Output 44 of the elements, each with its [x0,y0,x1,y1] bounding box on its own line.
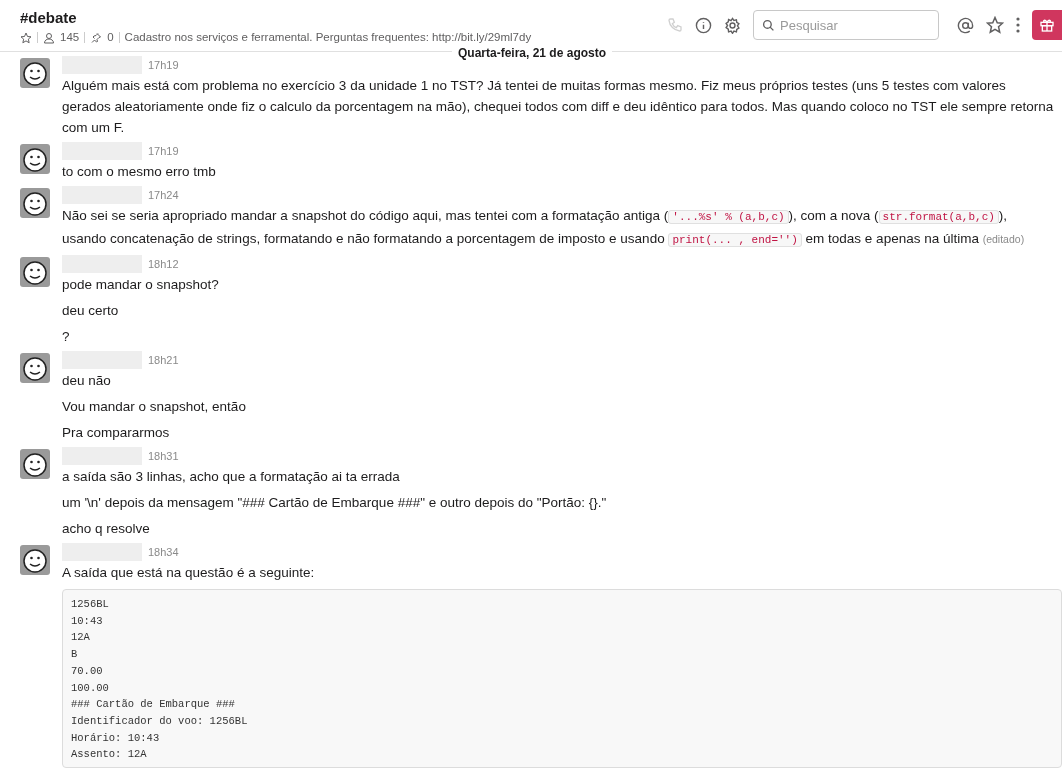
message-text: Não sei se seria apropriado mandar a snapshot do código aqui, mas tentei com a formatação antiga ( '...%s' % (a,b,c) ), com a nova ( str.format(a,b,c) ), usando concatenação de strings, formatando e não formatando a porcentagem de imposto e usando print(... , end='') em todas e apenas na última (editado) [62,207,1026,249]
message-text: A saída que está na questão é a seguinte: [62,564,316,582]
search-field[interactable]: Pesquisar [753,10,939,40]
message-time[interactable]: 18h21 [148,351,179,369]
channel-name: #debate [20,8,78,27]
pin-count[interactable]: 0 [107,29,114,47]
message-time[interactable]: 18h34 [148,543,179,561]
message-time[interactable]: 17h19 [148,56,179,74]
message-time[interactable]: 18h12 [148,255,179,273]
more-icon[interactable] [1016,17,1020,33]
gift-icon [1039,17,1055,33]
star-icon[interactable] [20,31,32,44]
code-block: 1256BL 10:43 12A B 70.00 100.00 ### Cartão de Embarque ### Identificador do voo: 1256BL Horário: 10:43 Assento: 12A [62,589,1062,769]
star-icon[interactable] [986,16,1004,34]
pin-icon[interactable] [90,31,103,44]
member-count[interactable]: 145 [60,29,80,47]
message-text: acho q resolve [62,520,151,538]
avatar-icon[interactable] [20,58,50,88]
avatar-icon[interactable] [20,188,50,218]
settings-icon[interactable] [724,16,741,34]
avatar-icon[interactable] [20,257,50,287]
message-text: Pra compararmos [62,424,171,442]
person-icon[interactable] [43,31,55,44]
info-icon[interactable] [695,16,712,34]
message-text: um '\n' depois da mensagem "### Cartão de Embarque ###" e outro depois do "Portão: {}." [62,494,608,512]
message-text: Vou mandar o snapshot, então [62,398,247,416]
message-text: deu não [62,372,112,390]
gift-button[interactable] [1032,10,1062,40]
avatar-icon[interactable] [20,353,50,383]
channel-topic: Cadastro nos serviços e ferramental. Perguntas frequentes: http://bit.ly/29ml7dy [124,30,532,45]
avatar-icon[interactable] [20,545,50,575]
message-time[interactable]: 17h19 [148,142,179,160]
message-text: ? [62,328,71,346]
message-text: Alguém mais está com problema no exercício 3 da unidade 1 no TST? Já tentei de muitas formas mesmo. Fiz meus próprios testes (uns 5 testes com valores gerados aleatoriamente onde fiz o calculo da porcentagem na mão), chequei todos com diff e deu idêntico para todos. Mas quando coloco no TST ele sempre retorna com um F. [62,77,1054,137]
message-time[interactable]: 17h24 [148,186,179,204]
message-text: a saída são 3 linhas, acho que a formatação ai ta errada [62,468,401,486]
search-icon [762,19,775,32]
message-text: pode mandar o snapshot? [62,276,220,294]
mention-icon[interactable] [957,16,974,34]
avatar-icon[interactable] [20,449,50,479]
message-text: deu certo [62,302,120,320]
message-time[interactable]: 18h31 [148,447,179,465]
message-text: to com o mesmo erro tmb [62,163,217,181]
avatar-icon[interactable] [20,144,50,174]
